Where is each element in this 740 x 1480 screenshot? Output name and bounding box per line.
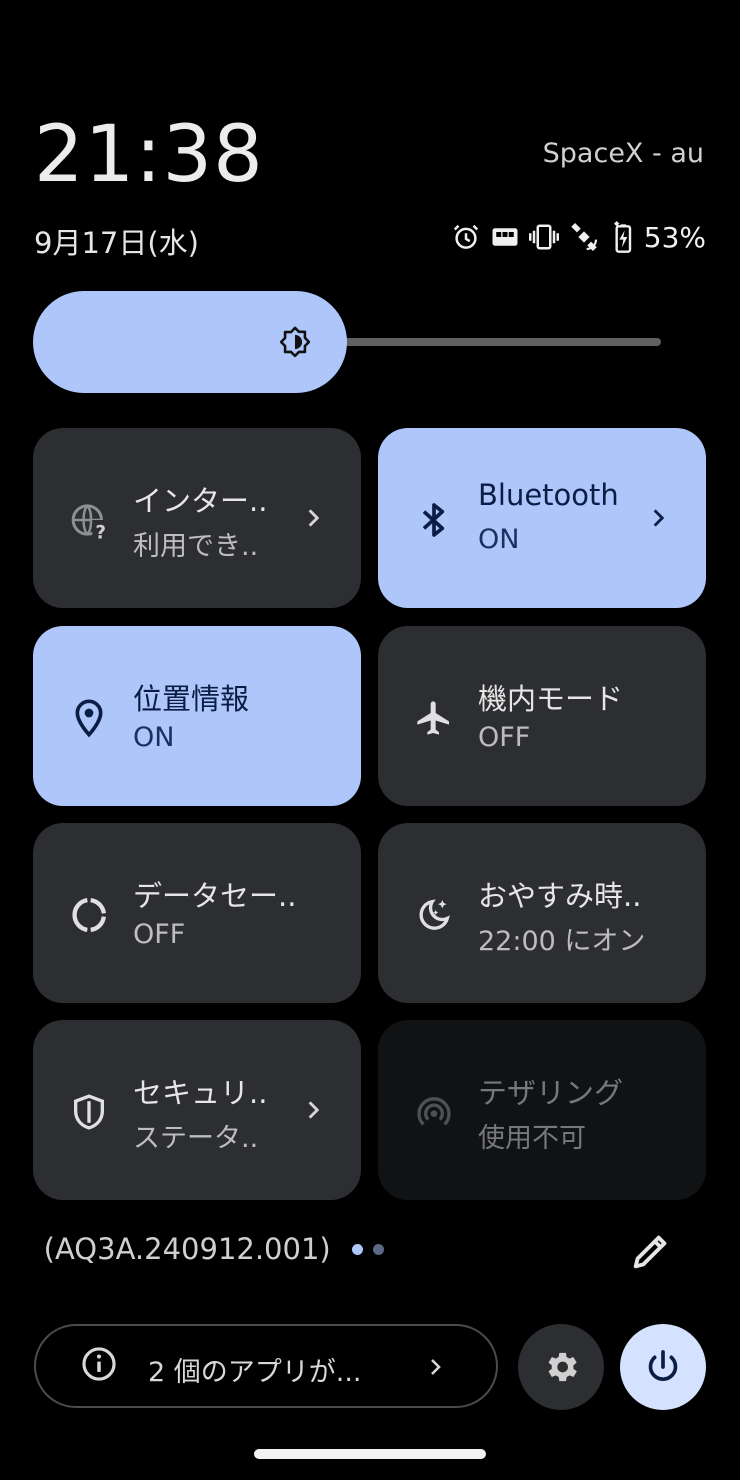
clock[interactable]: 21:38 — [34, 110, 264, 200]
svg-text:?: ? — [95, 522, 106, 540]
tile-subtitle: OFF — [478, 722, 531, 753]
tile-subtitle: OFF — [133, 919, 186, 950]
tile-subtitle: ON — [478, 524, 520, 555]
bluetooth-icon — [422, 503, 445, 537]
satellite-icon — [571, 222, 597, 252]
vibrate-icon — [528, 224, 559, 250]
tile-subtitle: 使用不可 — [478, 1123, 586, 1154]
tile-internet[interactable]: ? インター.. 利用でき.. — [33, 428, 361, 608]
brightness-slider[interactable] — [33, 291, 661, 393]
alarm-icon — [453, 224, 478, 249]
tile-title: おやすみ時.. — [478, 879, 642, 913]
active-apps-button[interactable]: 2 個のアプリが... — [34, 1324, 498, 1408]
tile-location[interactable]: 位置情報 ON — [33, 626, 361, 806]
tile-subtitle: ON — [133, 722, 175, 753]
tile-title: データセー.. — [133, 879, 297, 913]
data-saver-icon — [72, 898, 106, 932]
brightness-track[interactable] — [333, 338, 661, 346]
pencil-icon[interactable] — [628, 1228, 674, 1274]
tile-subtitle: 22:00 にオン — [478, 926, 646, 957]
status-icons: 53% — [451, 218, 706, 256]
tile-title: Bluetooth — [478, 478, 619, 512]
tile-title: テザリング — [478, 1076, 624, 1110]
security-shield-icon — [74, 1094, 104, 1130]
tile-bluetooth[interactable]: Bluetooth ON — [378, 428, 706, 608]
tile-subtitle: 利用でき.. — [133, 531, 259, 562]
tile-title: セキュリ.. — [133, 1076, 268, 1110]
tile-bedtime[interactable]: おやすみ時.. 22:00 にオン — [378, 823, 706, 1003]
chevron-right-icon[interactable] — [301, 1094, 327, 1126]
hotspot-icon — [417, 1097, 451, 1126]
gear-icon — [548, 1352, 577, 1382]
date[interactable]: 9月17日(水) — [34, 220, 199, 262]
tile-subtitle: ステータ.. — [133, 1123, 259, 1154]
info-icon — [82, 1347, 116, 1381]
tile-title: インター.. — [133, 484, 268, 518]
home-gesture-bar[interactable] — [254, 1449, 486, 1459]
build-number: 5 (AQ3A.240912.001) — [34, 1232, 331, 1266]
bedtime-icon — [419, 899, 450, 930]
chevron-right-icon[interactable] — [646, 502, 672, 534]
chevron-right-icon — [431, 1359, 441, 1375]
sim-card-icon — [492, 228, 518, 246]
page-dot — [373, 1244, 384, 1255]
tile-title: 位置情報 — [133, 682, 250, 716]
airplane-icon — [417, 701, 449, 735]
power-icon — [648, 1350, 678, 1381]
battery-charging-icon — [613, 221, 631, 253]
location-icon — [75, 699, 103, 738]
brightness-icon — [279, 326, 311, 358]
internet-icon: ? — [71, 504, 109, 540]
tile-airplane-mode[interactable]: 機内モード OFF — [378, 626, 706, 806]
settings-button[interactable] — [518, 1324, 604, 1410]
page-dot — [352, 1244, 363, 1255]
power-button[interactable] — [620, 1324, 706, 1410]
page-indicator — [352, 1244, 384, 1255]
active-apps-label: 2 個のアプリが... — [148, 1357, 362, 1388]
carrier-name: SpaceX - au — [542, 138, 704, 169]
battery-percentage: 53% — [643, 220, 706, 254]
tile-tethering: テザリング 使用不可 — [378, 1020, 706, 1200]
tile-title: 機内モード — [478, 682, 624, 716]
chevron-right-icon[interactable] — [301, 502, 327, 534]
tile-data-saver[interactable]: データセー.. OFF — [33, 823, 361, 1003]
tile-security[interactable]: セキュリ.. ステータ.. — [33, 1020, 361, 1200]
